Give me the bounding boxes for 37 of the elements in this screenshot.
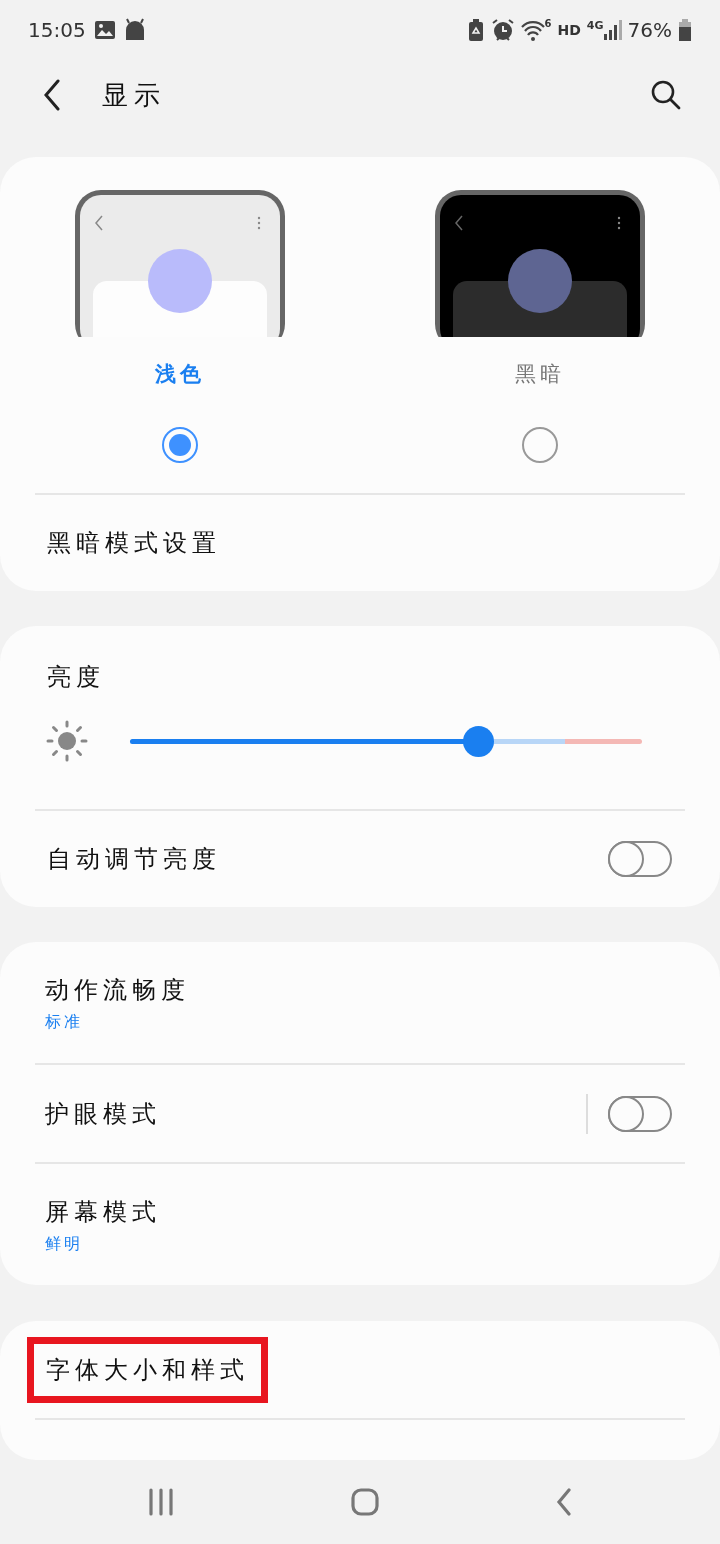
setting-value: 鲜明 bbox=[45, 1232, 84, 1255]
alarm-icon bbox=[490, 18, 515, 42]
dark-theme-preview[interactable] bbox=[435, 190, 645, 337]
brightness-slider[interactable] bbox=[130, 725, 642, 757]
setting-label[interactable]: 动作流畅度 bbox=[45, 971, 190, 1008]
battery-percent: 76% bbox=[627, 17, 672, 44]
toggle-switch[interactable] bbox=[608, 1095, 672, 1132]
recent-apps-icon[interactable] bbox=[148, 1488, 175, 1516]
slider-thumb[interactable] bbox=[463, 725, 495, 757]
setting-label[interactable]: 自动调节亮度 bbox=[47, 841, 221, 877]
wifi-standard-label: 6 bbox=[544, 19, 552, 29]
battery-saver-icon bbox=[466, 19, 485, 41]
setting-label[interactable]: 屏幕模式 bbox=[45, 1193, 161, 1230]
setting-value: 标准 bbox=[45, 1010, 84, 1033]
wifi-icon bbox=[520, 19, 545, 41]
search-icon[interactable] bbox=[650, 79, 682, 111]
signal-icon bbox=[603, 20, 622, 40]
home-icon[interactable] bbox=[351, 1488, 379, 1516]
radio-button[interactable] bbox=[162, 426, 198, 463]
screen-title: 显示 bbox=[102, 78, 166, 112]
theme-label: 黑暗 bbox=[515, 361, 565, 388]
toggle-switch[interactable] bbox=[608, 841, 672, 877]
network-type: 4G bbox=[586, 20, 604, 31]
light-theme-preview[interactable] bbox=[75, 190, 285, 337]
back-icon[interactable] bbox=[42, 79, 62, 111]
setting-label[interactable]: 字体大小和样式 bbox=[46, 1355, 249, 1384]
setting-label[interactable]: 黑暗模式设置 bbox=[47, 525, 221, 561]
battery-icon bbox=[678, 19, 692, 41]
hd-indicator: HD bbox=[557, 20, 581, 40]
setting-label[interactable]: 护眼模式 bbox=[45, 1095, 161, 1132]
android-icon bbox=[123, 18, 146, 42]
theme-label: 浅色 bbox=[155, 361, 205, 388]
brightness-icon bbox=[45, 719, 89, 763]
setting-label: 亮度 bbox=[47, 662, 106, 693]
status-time: 15:05 bbox=[28, 17, 86, 44]
radio-button[interactable] bbox=[522, 426, 558, 463]
image-icon bbox=[93, 20, 116, 40]
